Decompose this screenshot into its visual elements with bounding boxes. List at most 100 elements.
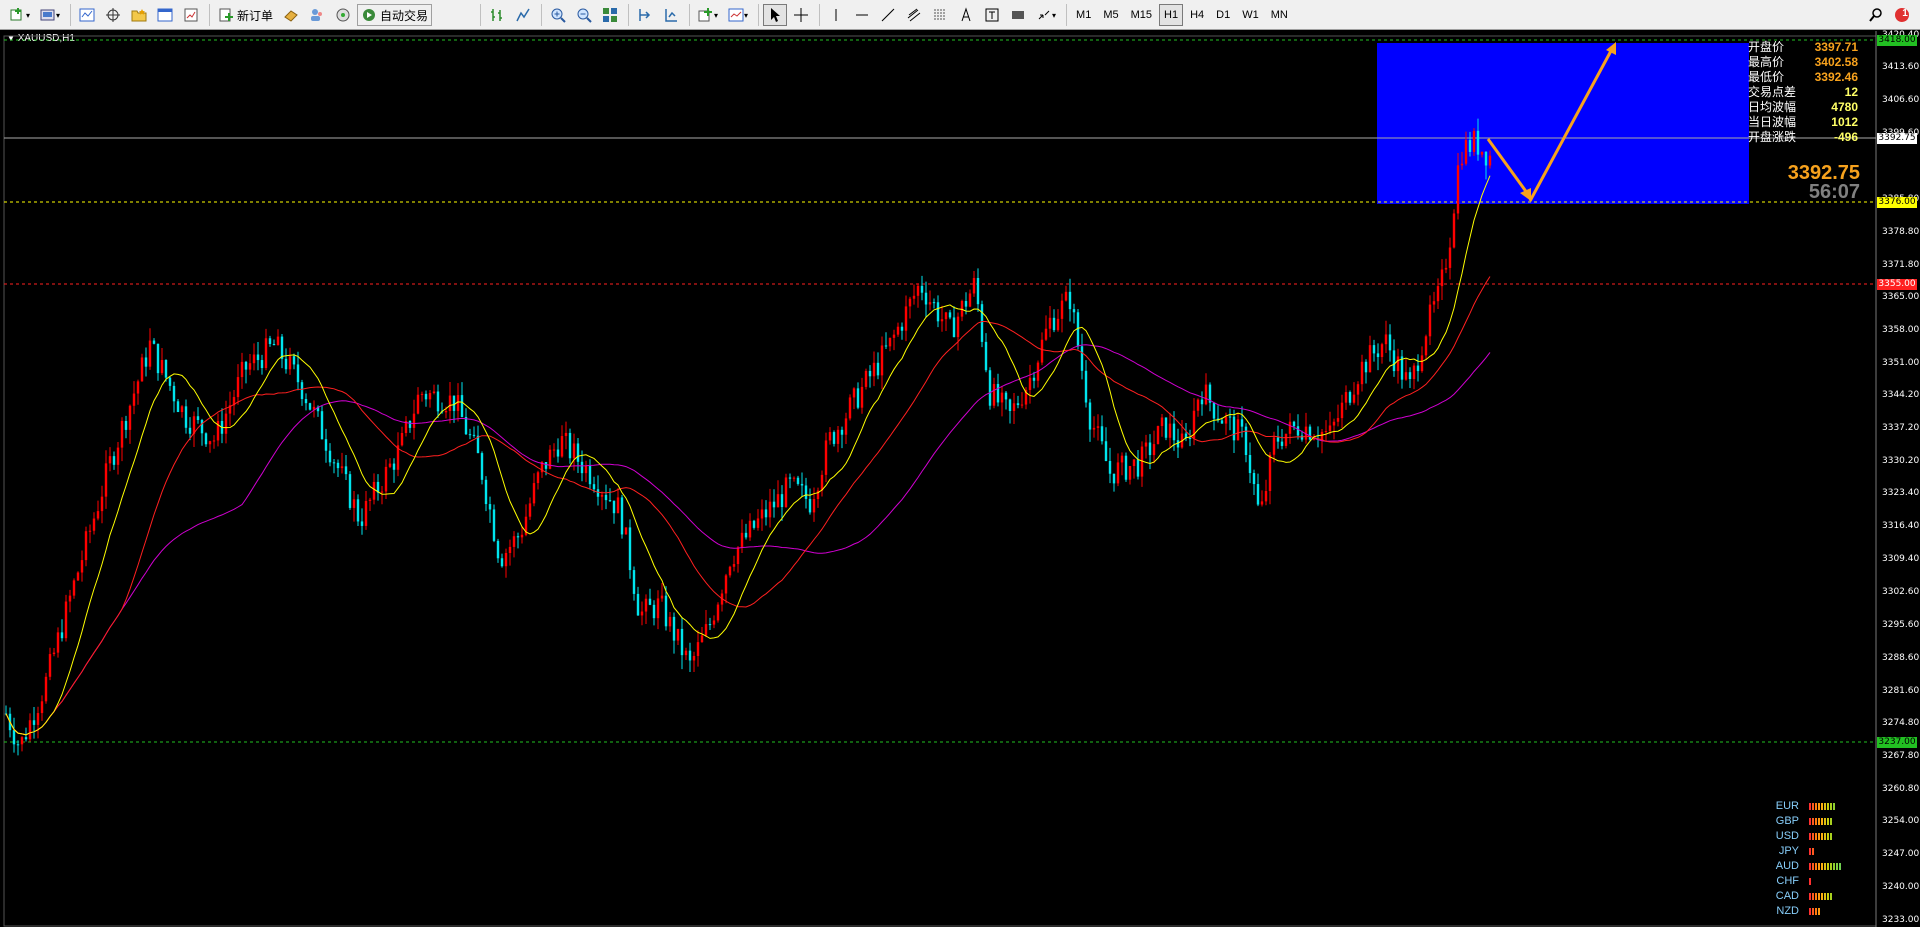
navigator-button[interactable] xyxy=(127,4,151,26)
fibonacci-button[interactable] xyxy=(928,4,952,26)
candle-body xyxy=(568,432,572,459)
templates-button[interactable]: ▾ xyxy=(724,4,752,26)
candle-body xyxy=(176,401,180,413)
zoom-out-button[interactable] xyxy=(572,4,596,26)
new-chart-button[interactable]: ▾ xyxy=(6,4,34,26)
chart-shift-button[interactable] xyxy=(633,4,657,26)
autoscroll-button[interactable] xyxy=(659,4,683,26)
candle-body xyxy=(1328,425,1332,432)
tile-windows-button[interactable] xyxy=(598,4,622,26)
candle-body xyxy=(820,474,824,491)
currency-name: NZD xyxy=(1776,905,1799,917)
candle-body xyxy=(1464,140,1468,164)
toolbar-separator xyxy=(689,4,690,26)
text-label-button[interactable] xyxy=(980,4,1004,26)
candle-body xyxy=(632,570,636,594)
candle-body xyxy=(988,370,992,406)
candle-body xyxy=(840,429,844,435)
price-axis-label: 3260.80 xyxy=(1882,783,1920,794)
bar-chart-button[interactable] xyxy=(485,4,509,26)
candle-body xyxy=(480,453,484,480)
timeframe-m5[interactable]: M5 xyxy=(1098,4,1123,26)
candle-body xyxy=(240,361,244,378)
chart-window[interactable]: ▼ XAUUSD,H1 3420.403413.603406.603399.60… xyxy=(0,30,1920,927)
candle-body xyxy=(1044,328,1048,340)
rectangle-label-button[interactable] xyxy=(1006,4,1030,26)
timeframe-d1[interactable]: D1 xyxy=(1211,4,1235,26)
candle-body xyxy=(992,383,996,406)
candle-body xyxy=(148,340,152,367)
candle-body xyxy=(1156,426,1160,445)
timeframe-h4[interactable]: H4 xyxy=(1185,4,1209,26)
signals-button[interactable] xyxy=(331,4,355,26)
timeframe-h1[interactable]: H1 xyxy=(1159,4,1184,26)
trendline-button[interactable] xyxy=(876,4,900,26)
timeframe-m1[interactable]: M1 xyxy=(1071,4,1096,26)
line-chart-icon xyxy=(516,8,530,22)
price-chart[interactable] xyxy=(0,31,1920,927)
candle-body xyxy=(1124,455,1128,480)
cursor-tool-button[interactable] xyxy=(763,4,788,26)
candle-body xyxy=(792,477,796,479)
candle-body xyxy=(936,302,940,322)
candle-body xyxy=(1072,309,1076,313)
indicators-button[interactable]: ▾ xyxy=(694,4,722,26)
profiles-icon xyxy=(40,9,55,21)
candle-body xyxy=(292,356,296,365)
data-window-button[interactable] xyxy=(101,4,125,26)
new-order-button[interactable]: 新订单 xyxy=(214,4,277,26)
community-button[interactable] xyxy=(305,4,329,26)
equidistant-channel-button[interactable] xyxy=(902,4,926,26)
currency-name: USD xyxy=(1775,830,1799,842)
candle-body xyxy=(1336,418,1340,422)
metaeditor-button[interactable] xyxy=(279,4,303,26)
candle-body xyxy=(544,462,548,469)
horizontal-line-button[interactable] xyxy=(850,4,874,26)
horizontal-line-icon xyxy=(856,14,869,16)
bar-chart-icon xyxy=(491,9,502,21)
vertical-line-button[interactable] xyxy=(824,4,848,26)
target-zone-rectangle[interactable] xyxy=(1377,43,1749,204)
candle-body xyxy=(436,391,440,412)
candle-body xyxy=(952,317,956,338)
cursor-arrow-icon xyxy=(771,8,781,22)
candle-body xyxy=(932,302,936,304)
currency-row: JPY xyxy=(1765,844,1842,859)
candle-body xyxy=(812,499,816,513)
candle-body xyxy=(284,358,288,370)
timeframe-mn[interactable]: MN xyxy=(1266,4,1293,26)
timeframe-m15[interactable]: M15 xyxy=(1126,4,1157,26)
crosshair-tool-button[interactable] xyxy=(789,4,813,26)
candle-body xyxy=(1432,301,1436,305)
strategy-tester-button[interactable] xyxy=(179,4,203,26)
auto-trading-button[interactable]: 自动交易 xyxy=(357,4,433,26)
candle-chart-button[interactable] xyxy=(511,4,535,26)
candle-body xyxy=(36,713,40,725)
terminal-button[interactable] xyxy=(153,4,177,26)
strength-bar xyxy=(1827,893,1829,900)
candle-body xyxy=(788,477,792,479)
zoom-in-button[interactable] xyxy=(546,4,570,26)
info-value: 3402.58 xyxy=(1814,55,1858,69)
candle-body xyxy=(776,494,780,508)
strength-bar xyxy=(1809,863,1811,870)
text-tool-button[interactable] xyxy=(954,4,978,26)
search-button[interactable] xyxy=(1864,4,1888,26)
book-icon xyxy=(284,10,298,22)
market-watch-button[interactable] xyxy=(75,4,99,26)
notifications-button[interactable]: 1 xyxy=(1890,4,1914,26)
candle-body xyxy=(520,534,524,538)
timeframe-w1[interactable]: W1 xyxy=(1237,4,1264,26)
candle-body xyxy=(1084,370,1088,403)
strength-bar xyxy=(1824,863,1826,870)
candle-body xyxy=(1416,365,1420,372)
arrows-button[interactable]: ▾ xyxy=(1032,4,1060,26)
candle-body xyxy=(1344,392,1348,403)
info-label: 开盘涨跌 xyxy=(1748,130,1797,144)
strength-bar xyxy=(1830,863,1832,870)
text-icon xyxy=(961,7,971,22)
profiles-button[interactable]: ▾ xyxy=(36,4,64,26)
candle-body xyxy=(1480,151,1484,155)
candle-body xyxy=(1300,435,1304,440)
strength-bar xyxy=(1812,863,1814,870)
